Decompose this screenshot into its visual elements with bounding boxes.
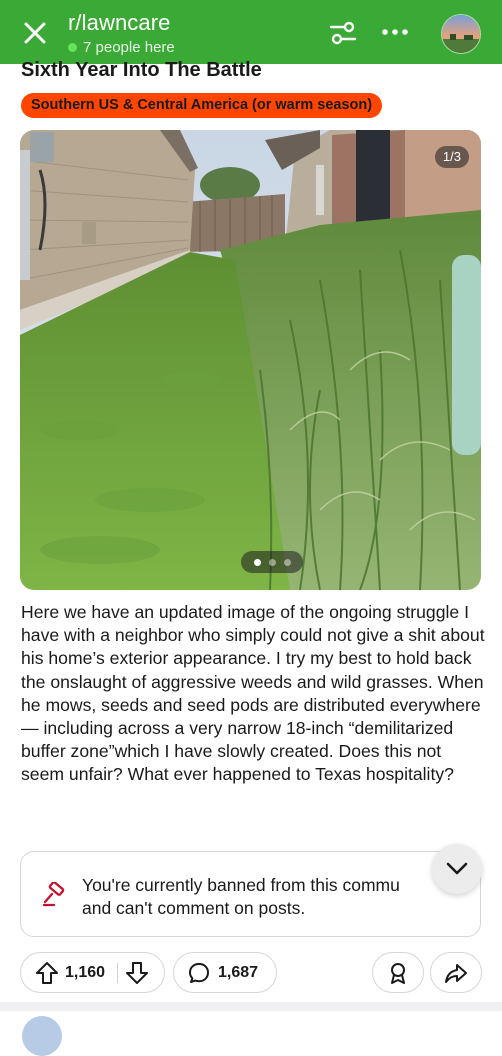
subreddit-name[interactable]: r/lawncare [68,10,170,36]
filter-sliders-icon[interactable] [328,18,358,48]
award-button[interactable] [372,952,424,993]
award-icon [391,962,405,984]
share-button[interactable] [430,952,482,993]
gavel-icon [41,881,67,908]
post-title: Sixth Year Into The Battle [21,59,262,81]
pagination-dot[interactable] [268,558,276,566]
comments-button[interactable]: 1,687 [173,952,277,993]
post-image[interactable]: 1/3 [20,130,481,590]
vote-divider [117,962,119,983]
vote-control: 1,160 [20,952,165,993]
banned-message: You're currently banned from this commu … [82,874,434,920]
pagination-dot[interactable] [283,558,291,566]
user-avatar[interactable] [441,14,481,54]
online-count: 7 people here [83,39,175,56]
comment-count: 1,687 [218,963,259,981]
comment-icon [187,961,211,985]
banned-notice: You're currently banned from this commu … [20,851,481,937]
upvote-count: 1,160 [65,963,106,981]
more-horizontal-icon[interactable] [380,22,410,42]
upvote-icon[interactable] [34,960,60,986]
chevron-down-icon[interactable] [432,844,482,894]
section-divider [0,1002,502,1011]
downvote-icon[interactable] [124,960,150,986]
pagination-dot-active[interactable] [253,558,261,566]
banned-line-1: You're currently banned from this commu [82,875,400,895]
banned-line-2: and can't comment on posts. [82,898,306,918]
online-dot-icon [68,43,77,52]
online-indicator: 7 people here [68,39,175,56]
next-comment-avatar [22,1016,62,1056]
top-bar: r/lawncare 7 people here [0,0,502,64]
post-flair[interactable]: Southern US & Central America (or warm s… [21,93,383,118]
share-icon [445,963,467,983]
close-icon[interactable] [20,18,50,48]
image-counter: 1/3 [434,146,469,168]
image-pagination[interactable] [241,551,303,573]
post-body-text: Here we have an updated image of the ong… [21,602,485,785]
